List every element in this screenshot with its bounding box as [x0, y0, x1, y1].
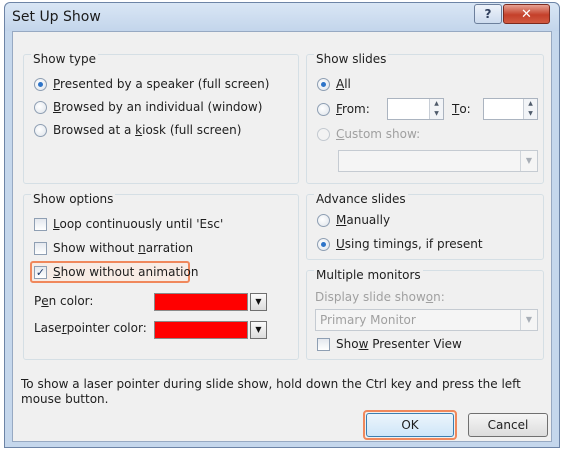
help-icon: ? [484, 7, 492, 21]
close-icon: ✕ [521, 6, 532, 22]
set-up-show-dialog: Set Up Show ? ✕ Show type Presented by a… [4, 2, 560, 448]
radio-manually[interactable]: Manually [317, 213, 390, 227]
from-slide-spinner[interactable]: ▲ ▼ [429, 99, 443, 119]
checkbox-indicator[interactable] [34, 241, 47, 255]
radio-indicator[interactable] [34, 77, 47, 91]
title-bar[interactable]: Set Up Show ? ✕ [5, 3, 559, 31]
advance-slides-title: Advance slides [314, 192, 408, 206]
laser-color-label: Lase r pointer color: [34, 321, 147, 335]
dialog-body: Show type Presented by a speaker (full s… [12, 31, 552, 442]
display-monitor-value: Primary Monitor [320, 313, 416, 327]
radio-indicator[interactable] [317, 127, 330, 141]
radio-indicator[interactable] [317, 237, 330, 251]
show-slides-title: Show slides [314, 52, 389, 66]
to-slide-spinner[interactable]: ▲ ▼ [523, 99, 537, 119]
radio-indicator[interactable] [34, 123, 47, 137]
to-label: To: [452, 102, 471, 116]
checkbox-indicator[interactable]: ✓ [34, 265, 47, 279]
chevron-down-icon[interactable]: ▼ [520, 310, 537, 330]
show-options-group: Show options Loop continuously until 'Es… [23, 192, 299, 360]
display-monitor-dropdown[interactable]: Primary Monitor ▼ [315, 309, 538, 331]
multiple-monitors-title: Multiple monitors [314, 268, 423, 282]
radio-label: Using timings, if present [336, 237, 483, 251]
checkbox-without-narration[interactable]: Show without narration [34, 241, 193, 255]
show-type-group: Show type Presented by a speaker (full s… [23, 52, 299, 184]
pen-color-picker[interactable]: ▼ [154, 291, 267, 313]
advance-slides-group: Advance slides Manually Using timings, i… [306, 192, 544, 260]
radio-indicator[interactable] [34, 100, 47, 114]
checkbox-label: Show Presenter View [336, 337, 462, 351]
ok-button[interactable]: OK [366, 413, 454, 437]
multiple-monitors-group: Multiple monitors Display slide show o n:… [306, 268, 544, 360]
chevron-down-icon[interactable]: ▼ [520, 151, 537, 171]
radio-label: Browsed by an individual (window) [53, 100, 263, 114]
from-slide-input[interactable]: ▲ ▼ [387, 98, 444, 120]
show-type-title: Show type [31, 52, 98, 66]
checkbox-presenter-view[interactable]: Show Presenter View [317, 337, 462, 351]
cancel-button[interactable]: Cancel [468, 413, 548, 437]
chevron-down-icon[interactable]: ▼ [250, 293, 267, 311]
checkbox-indicator[interactable] [34, 217, 47, 231]
radio-label: From: [336, 102, 370, 116]
radio-label: Presented by a speaker (full screen) [53, 77, 270, 91]
spin-up-icon[interactable]: ▲ [430, 99, 443, 109]
laser-color-picker[interactable]: ▼ [154, 319, 267, 341]
radio-using-timings[interactable]: Using timings, if present [317, 237, 483, 251]
checkbox-label: Show without animation [53, 265, 199, 279]
radio-label: All [336, 77, 351, 91]
pen-color-label: Pen color: [34, 294, 94, 308]
radio-all-slides[interactable]: All [317, 77, 351, 91]
checkbox-loop-continuously[interactable]: Loop continuously until 'Esc' [34, 217, 223, 231]
dialog-title: Set Up Show [12, 9, 101, 25]
display-slide-show-label: Display slide show o n: [315, 290, 445, 304]
radio-label: Browsed at a kiosk (full screen) [53, 123, 242, 137]
checkbox-label: Loop continuously until 'Esc' [53, 217, 224, 231]
checkbox-without-animation[interactable]: ✓ Show without animation [34, 265, 198, 279]
pen-color-swatch[interactable] [154, 293, 248, 311]
radio-presented-by-speaker[interactable]: Presented by a speaker (full screen) [34, 77, 269, 91]
to-slide-input[interactable]: ▲ ▼ [483, 98, 538, 120]
spin-down-icon[interactable]: ▼ [524, 109, 537, 119]
radio-browsed-by-individual[interactable]: Browsed by an individual (window) [34, 100, 262, 114]
radio-from-slide[interactable]: From: [317, 102, 370, 116]
show-slides-group: Show slides All From: ▲ ▼ To: ▲ ▼ Custom… [306, 52, 544, 184]
spin-down-icon[interactable]: ▼ [430, 109, 443, 119]
checkbox-indicator[interactable] [317, 337, 330, 351]
laser-pointer-info: To show a laser pointer during slide sho… [21, 377, 521, 406]
radio-label: Manually [336, 213, 391, 227]
show-options-title: Show options [31, 192, 116, 206]
laser-color-swatch[interactable] [154, 321, 248, 339]
custom-show-dropdown[interactable]: ▼ [338, 150, 538, 172]
close-button[interactable]: ✕ [503, 4, 550, 24]
radio-indicator[interactable] [317, 102, 330, 116]
spin-up-icon[interactable]: ▲ [524, 99, 537, 109]
help-button[interactable]: ? [474, 4, 502, 24]
radio-indicator[interactable] [317, 77, 330, 91]
radio-label: Custom show: [336, 127, 421, 141]
radio-custom-show[interactable]: Custom show: [317, 127, 420, 141]
chevron-down-icon[interactable]: ▼ [250, 321, 267, 339]
radio-browsed-at-kiosk[interactable]: Browsed at a kiosk (full screen) [34, 123, 241, 137]
radio-indicator[interactable] [317, 213, 330, 227]
checkbox-label: Show without narration [53, 241, 194, 255]
